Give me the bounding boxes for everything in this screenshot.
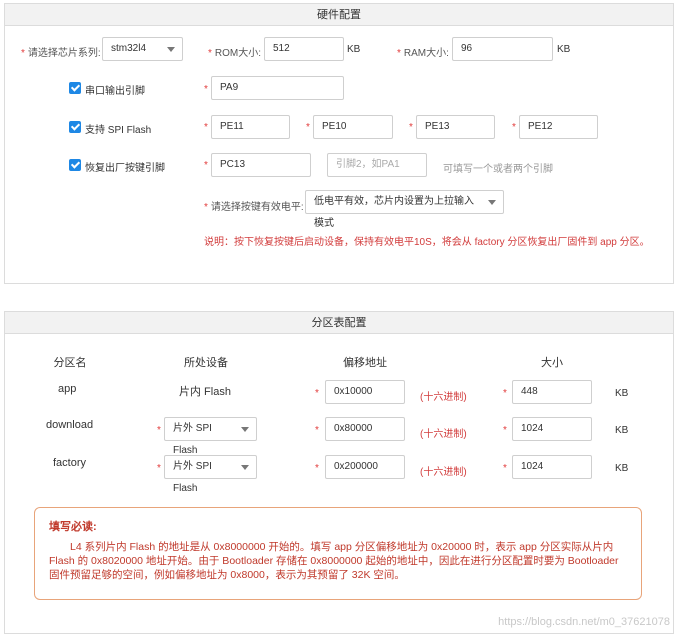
spi-flash-label: 支持 SPI Flash [85,121,151,136]
ram-size-input[interactable]: 96 [452,37,553,61]
rom-size-input[interactable]: 512 [264,37,344,61]
device-select-factory[interactable]: 片外 SPI Flash [164,455,257,479]
uart-checkbox[interactable] [69,82,81,94]
col-header-device: 所处设备 [176,354,236,370]
chevron-down-icon [241,465,249,470]
partition-name-download: download [46,419,93,431]
col-header-size: 大小 [540,354,564,370]
hex-hint: (十六进制) [420,463,467,478]
chip-series-select[interactable]: stm32l4 [102,37,183,61]
required-mark: * [157,463,161,474]
device-select-download[interactable]: 片外 SPI Flash [164,417,257,441]
required-mark: * [315,388,319,399]
uart-label: 串口输出引脚 [85,82,145,97]
rom-unit: KB [347,44,360,55]
rom-size-label: *ROM大小: [208,44,261,59]
notice-body: L4 系列片内 Flash 的地址是从 0x8000000 开始的。填写 app… [49,540,627,582]
required-mark: * [204,160,208,171]
hardware-note: 说明：按下恢复按键后启动设备，保持有效电平10S，将会从 factory 分区恢… [204,233,650,248]
factory-key-checkbox[interactable] [69,159,81,171]
factory-key-pin2-input[interactable]: 引脚2，如PA1 [327,153,427,177]
col-header-name: 分区名 [50,354,90,370]
chevron-down-icon [488,200,496,205]
ram-size-label: *RAM大小: [397,44,449,59]
required-mark: * [204,122,208,133]
spi-pin-1-input[interactable]: PE11 [211,115,290,139]
col-header-offset: 偏移地址 [340,354,390,370]
offset-input-download[interactable]: 0x80000 [325,417,405,441]
chip-series-label: *请选择芯片系列: [21,44,101,59]
partition-config-title: 分区表配置 [5,312,673,334]
factory-key-hint: 可填写一个或者两个引脚 [443,160,553,175]
required-mark: * [503,388,507,399]
partition-device-app: 片内 Flash [179,383,231,399]
size-unit: KB [615,388,628,399]
uart-pin-input[interactable]: PA9 [211,76,344,100]
required-mark: * [204,84,208,95]
notice-title: 填写必读: [49,518,627,534]
watermark: https://blog.csdn.net/m0_37621078 [498,616,670,628]
key-level-label: *请选择按键有效电平: [204,198,304,213]
spi-pin-4-input[interactable]: PE12 [519,115,598,139]
hex-hint: (十六进制) [420,425,467,440]
size-unit: KB [615,463,628,474]
required-mark: * [315,463,319,474]
offset-input-app[interactable]: 0x10000 [325,380,405,404]
spi-pin-2-input[interactable]: PE10 [313,115,393,139]
ram-unit: KB [557,44,570,55]
notice-box: 填写必读: L4 系列片内 Flash 的地址是从 0x8000000 开始的。… [34,507,642,600]
key-level-select[interactable]: 低电平有效，芯片内设置为上拉输入模式 [305,190,504,214]
chevron-down-icon [241,427,249,432]
partition-name-app: app [58,383,76,395]
chevron-down-icon [167,47,175,52]
required-mark: * [503,425,507,436]
size-unit: KB [615,425,628,436]
spi-pin-3-input[interactable]: PE13 [416,115,495,139]
required-mark: * [512,122,516,133]
offset-input-factory[interactable]: 0x200000 [325,455,405,479]
size-input-factory[interactable]: 1024 [512,455,592,479]
hardware-config-title: 硬件配置 [5,4,673,26]
required-mark: * [409,122,413,133]
partition-name-factory: factory [53,457,86,469]
required-mark: * [157,425,161,436]
size-input-app[interactable]: 448 [512,380,592,404]
size-input-download[interactable]: 1024 [512,417,592,441]
required-mark: * [315,425,319,436]
factory-key-label: 恢复出厂按键引脚 [85,159,165,174]
factory-key-pin1-input[interactable]: PC13 [211,153,311,177]
required-mark: * [306,122,310,133]
hex-hint: (十六进制) [420,388,467,403]
spi-flash-checkbox[interactable] [69,121,81,133]
required-mark: * [503,463,507,474]
